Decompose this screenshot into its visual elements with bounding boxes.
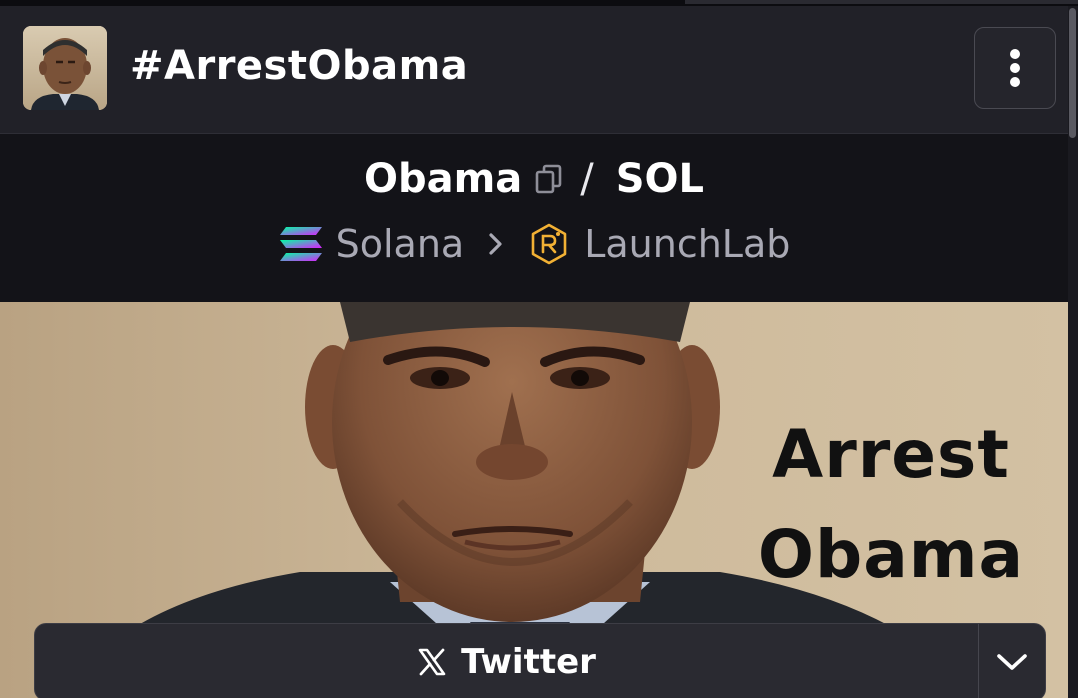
token-page: #ArrestObama Obama / SOL Solana LaunchLa… bbox=[0, 0, 1078, 698]
banner-caption-line2: Obama bbox=[757, 516, 1025, 593]
scrollbar-thumb[interactable] bbox=[1069, 8, 1076, 138]
copy-icon[interactable] bbox=[534, 163, 564, 195]
social-links-bar: Twitter bbox=[34, 623, 1046, 698]
token-header: #ArrestObama bbox=[0, 6, 1068, 134]
chain-breadcrumb: Solana LaunchLab bbox=[0, 222, 1068, 266]
chevron-down-icon bbox=[996, 652, 1028, 672]
twitter-link-button[interactable]: Twitter bbox=[35, 624, 978, 698]
top-strip-segment bbox=[685, 0, 1078, 4]
social-expand-button[interactable] bbox=[979, 624, 1045, 698]
chevron-right-icon bbox=[488, 232, 504, 256]
banner-caption-line1: Arrest bbox=[772, 416, 1010, 493]
pair-separator: / bbox=[580, 156, 594, 202]
launchlab-icon bbox=[530, 223, 568, 265]
quote-symbol: SOL bbox=[615, 156, 705, 202]
avatar-portrait-image bbox=[23, 26, 107, 110]
more-options-button[interactable] bbox=[974, 27, 1056, 109]
page-scrollbar[interactable] bbox=[1068, 6, 1078, 698]
token-title: #ArrestObama bbox=[130, 43, 469, 89]
pair-title: Obama / SOL bbox=[0, 156, 1068, 202]
base-symbol: Obama bbox=[363, 156, 523, 202]
twitter-link-label: Twitter bbox=[461, 642, 596, 682]
vertical-dots-icon bbox=[1008, 48, 1022, 88]
token-avatar bbox=[23, 26, 107, 110]
solana-icon bbox=[278, 225, 324, 263]
network-name[interactable]: Solana bbox=[336, 222, 465, 266]
dex-name[interactable]: LaunchLab bbox=[584, 222, 790, 266]
x-logo-icon bbox=[417, 647, 447, 677]
banner-caption: Arrest Obama bbox=[736, 405, 1046, 605]
